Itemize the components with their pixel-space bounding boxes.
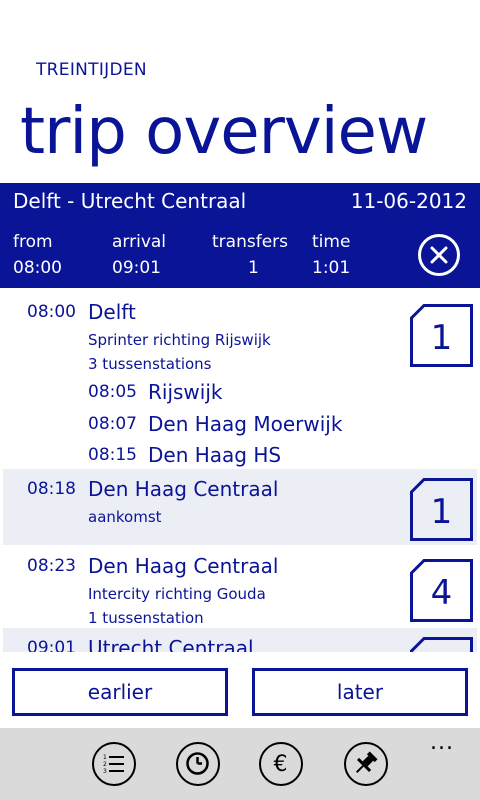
summary-time-value: 1:01 [312,258,351,278]
svg-text:3: 3 [103,768,107,775]
stop-name: Delft [88,300,136,324]
later-button[interactable]: later [252,668,468,716]
stop-name: Utrecht Centraal [88,636,254,652]
summary-transfers-label: transfers [212,232,288,252]
list-item[interactable]: 09:01 Utrecht Centraal [3,628,477,652]
app-bar: 1 2 3 € ... [0,728,480,800]
stop-time: 08:00 [27,302,76,322]
trip-summary-header: Delft - Utrecht Centraal 11-06-2012 from… [0,183,480,288]
svg-text:2: 2 [103,761,107,768]
platform-number: 1 [430,492,453,532]
intermediate-time: 08:07 [88,414,137,434]
train-description: aankomst [88,508,162,526]
intermediate-station: Den Haag Moerwijk [148,412,343,436]
summary-arrival-value: 09:01 [112,258,161,278]
platform-badge: 1 [410,478,473,541]
summary-time-label: time [312,232,351,252]
stations-count: 1 tussenstation [88,609,204,627]
stop-time: 08:18 [27,479,76,499]
trip-date: 11-06-2012 [350,189,467,213]
train-description: Intercity richting Gouda [88,585,266,603]
app-name: TREINTIJDEN [36,60,147,80]
platform-badge [410,637,473,652]
euro-icon: € [274,752,288,777]
summary-transfers-value: 1 [248,258,259,278]
summary-from-label: from [13,232,53,252]
platform-number: 4 [430,573,453,613]
pin-button[interactable] [344,742,388,786]
stop-time: 09:01 [27,638,76,652]
more-menu-button[interactable]: ... [430,730,454,755]
platform-badge: 1 [410,304,473,367]
list-item[interactable]: 08:00 Delft Sprinter richting Rijswijk 3… [3,292,477,468]
pin-icon [355,751,378,774]
intermediate-station: Den Haag HS [148,443,282,467]
intermediate-time: 08:15 [88,445,137,465]
svg-text:€: € [274,752,288,777]
list-icon: 1 2 3 [103,754,124,775]
close-button[interactable] [418,234,460,276]
stop-name: Den Haag Centraal [88,477,279,501]
train-description: Sprinter richting Rijswijk [88,331,271,349]
earlier-button[interactable]: earlier [12,668,228,716]
platform-sign-icon [410,637,473,652]
list-item[interactable]: 08:23 Den Haag Centraal Intercity richti… [3,546,477,627]
summary-arrival-label: arrival [112,232,167,252]
intermediate-station: Rijswijk [148,380,223,404]
list-button[interactable]: 1 2 3 [92,742,136,786]
platform-badge: 4 [410,559,473,622]
fare-button[interactable]: € [259,742,303,786]
stations-count: 3 tussenstations [88,355,212,373]
close-icon [430,246,448,264]
platform-number: 1 [430,318,453,358]
list-item[interactable]: 08:18 Den Haag Centraal aankomst 1 [3,469,477,545]
schedule-button[interactable] [176,742,220,786]
route-label: Delft - Utrecht Centraal [13,189,247,213]
stop-time: 08:23 [27,556,76,576]
intermediate-time: 08:05 [88,382,137,402]
stop-name: Den Haag Centraal [88,554,279,578]
page-title: trip overview [20,95,428,169]
trip-stops-list[interactable]: 08:00 Delft Sprinter richting Rijswijk 3… [0,292,480,652]
clock-icon [186,752,209,775]
svg-text:1: 1 [103,754,107,761]
summary-from-value: 08:00 [13,258,62,278]
